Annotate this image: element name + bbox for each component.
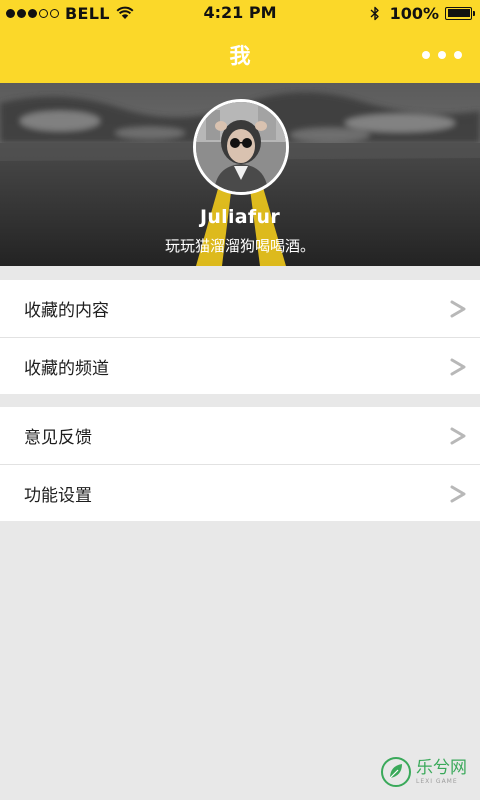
- watermark: 乐兮网 LEXI GAME: [380, 752, 467, 792]
- battery-percent: 100%: [389, 3, 439, 23]
- menu-item-settings[interactable]: 功能设置: [0, 464, 480, 521]
- menu-group-favorites: 收藏的内容 收藏的频道: [0, 280, 480, 394]
- profile-bio: 玩玩猫溜溜狗喝喝酒。: [164, 237, 315, 255]
- battery-icon: [445, 6, 475, 20]
- watermark-subtext: LEXI GAME: [416, 777, 458, 785]
- avatar-photo: [196, 102, 286, 192]
- menu-item-favorite-channels[interactable]: 收藏的频道: [0, 337, 480, 394]
- status-bar: BELL 4:21 PM 100%: [0, 0, 480, 27]
- nav-bar: 我: [0, 27, 480, 83]
- menu-item-label: 功能设置: [24, 485, 92, 506]
- profile-username: Juliafur: [199, 206, 280, 228]
- menu-item-feedback[interactable]: 意见反馈: [0, 407, 480, 464]
- menu-item-label: 收藏的频道: [24, 358, 109, 379]
- watermark-text: 乐兮网: [416, 757, 467, 778]
- menu-item-label: 收藏的内容: [24, 301, 109, 321]
- chevron-right-icon: [450, 485, 466, 503]
- avatar[interactable]: [193, 99, 289, 195]
- page-title: 我: [229, 44, 251, 68]
- menu-item-label: 意见反馈: [24, 428, 92, 448]
- chevron-right-icon: [450, 300, 466, 318]
- chevron-right-icon: [450, 358, 466, 376]
- top-bar: BELL 4:21 PM 100% 我: [0, 0, 480, 83]
- chevron-right-icon: [450, 427, 466, 445]
- menu-item-favorite-content[interactable]: 收藏的内容: [0, 280, 480, 337]
- menu-group-settings: 意见反馈 功能设置: [0, 407, 480, 521]
- more-dots-icon[interactable]: [422, 43, 462, 67]
- bluetooth-icon: [370, 6, 379, 20]
- profile-banner: Juliafur 玩玩猫溜溜狗喝喝酒。: [0, 83, 480, 266]
- leaf-logo-icon: [381, 757, 411, 787]
- battery-fill: [447, 9, 470, 17]
